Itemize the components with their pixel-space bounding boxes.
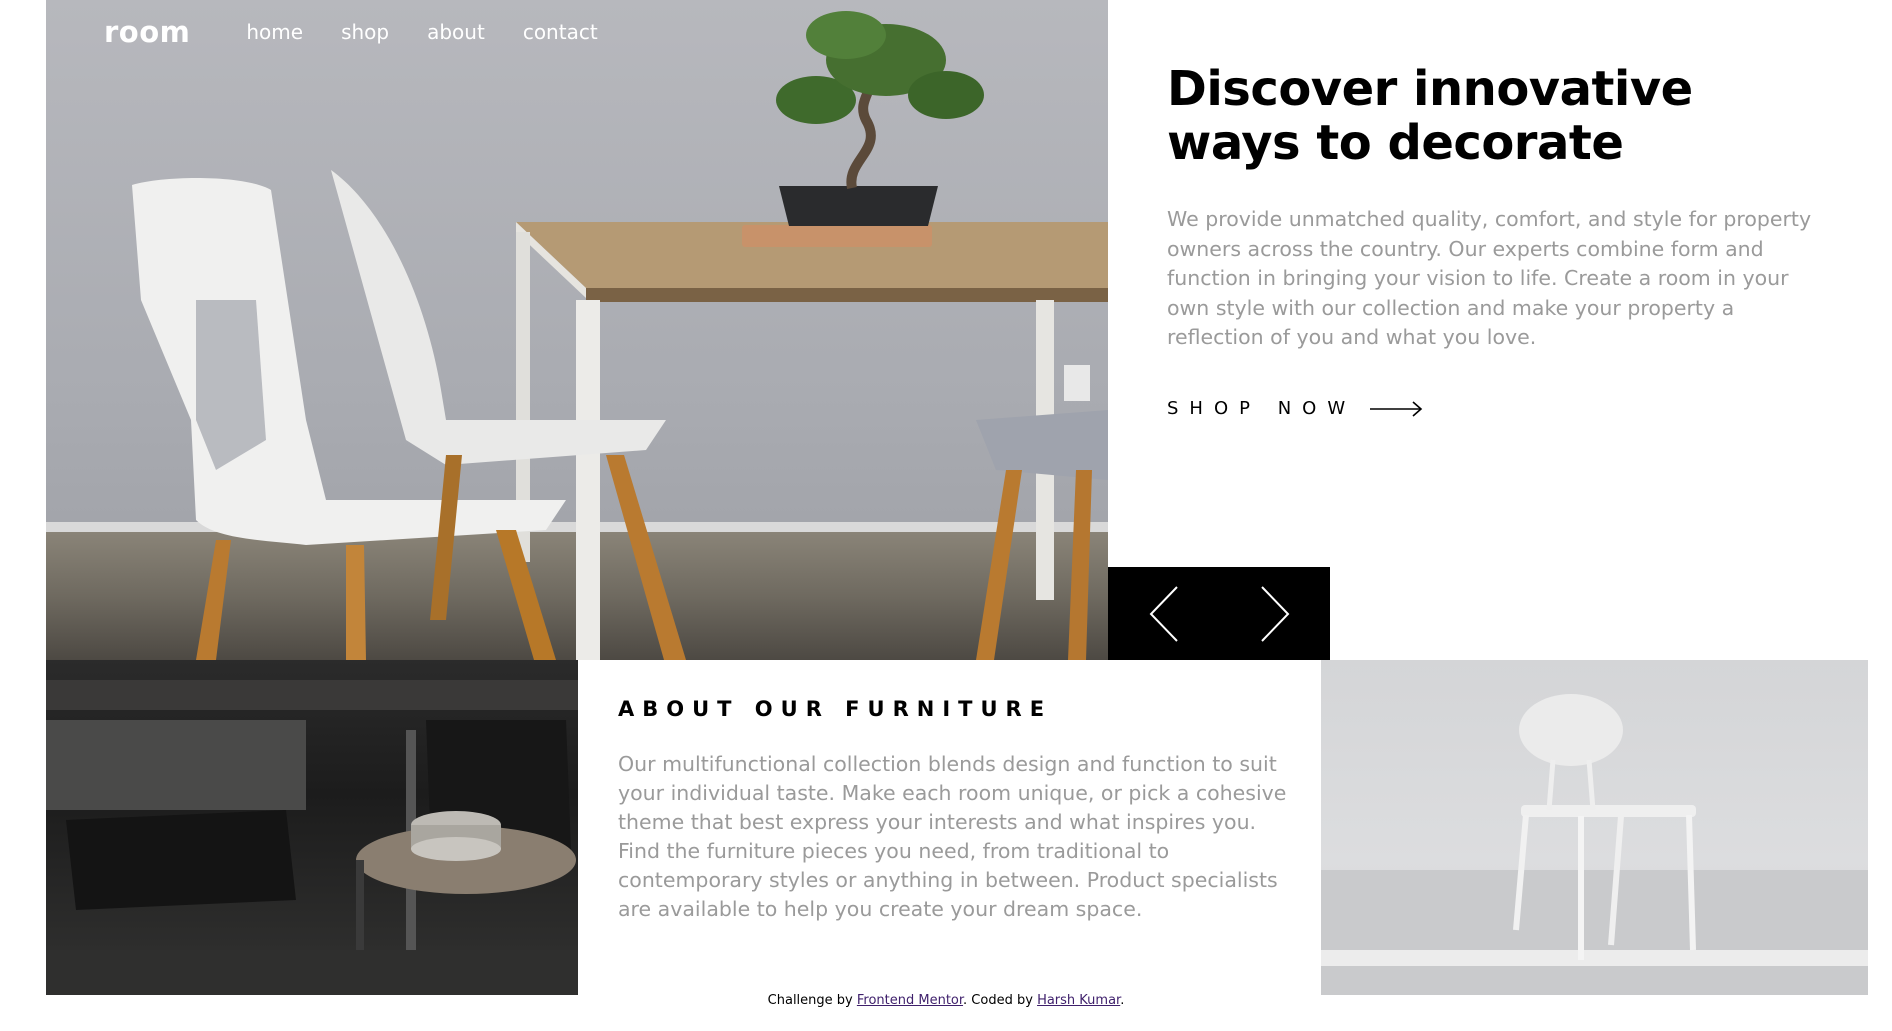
- hero-title: Discover innovative ways to decorate: [1167, 62, 1727, 170]
- hero-image: [46, 0, 1108, 660]
- attribution-middle: . Coded by: [963, 993, 1033, 1008]
- nav-link-contact[interactable]: contact: [523, 20, 598, 44]
- white-chair-illustration: [1321, 694, 1868, 995]
- hero-title-line-2: ways to decorate: [1167, 115, 1624, 171]
- attribution-suffix: .: [1120, 993, 1125, 1008]
- attribution: Challenge by Frontend Mentor. Coded by H…: [0, 993, 1892, 1008]
- dark-lounge-illustration: [46, 680, 578, 995]
- about-image-dark: [46, 660, 578, 995]
- logo[interactable]: room: [104, 15, 190, 49]
- hero-description: We provide unmatched quality, comfort, a…: [1167, 207, 1812, 349]
- author-link[interactable]: Harsh Kumar: [1037, 993, 1120, 1008]
- arrow-right-icon: [1370, 400, 1423, 417]
- shop-now-button[interactable]: SHOP NOW: [1167, 398, 1424, 419]
- about-image-light: [1321, 660, 1868, 995]
- slider-next-button[interactable]: [1219, 567, 1330, 660]
- chevron-left-icon: [1149, 585, 1178, 642]
- top-nav: room home shop about contact: [104, 12, 636, 52]
- attribution-prefix: Challenge by: [767, 993, 853, 1008]
- about-text: Our multifunctional collection blends de…: [618, 752, 1287, 921]
- hero-title-line-1: Discover innovative: [1167, 61, 1693, 117]
- about-title: ABOUT OUR FURNITURE: [618, 697, 1053, 721]
- slider-prev-button[interactable]: [1108, 567, 1219, 660]
- nav-link-home[interactable]: home: [246, 20, 303, 44]
- chevron-right-icon: [1260, 585, 1289, 642]
- dining-scene-illustration: [132, 11, 1108, 660]
- shop-now-label: SHOP NOW: [1167, 398, 1357, 419]
- slider-controls: [1108, 567, 1330, 660]
- frontend-mentor-link[interactable]: Frontend Mentor: [857, 993, 963, 1008]
- nav-link-shop[interactable]: shop: [341, 20, 389, 44]
- nav-link-about[interactable]: about: [427, 20, 485, 44]
